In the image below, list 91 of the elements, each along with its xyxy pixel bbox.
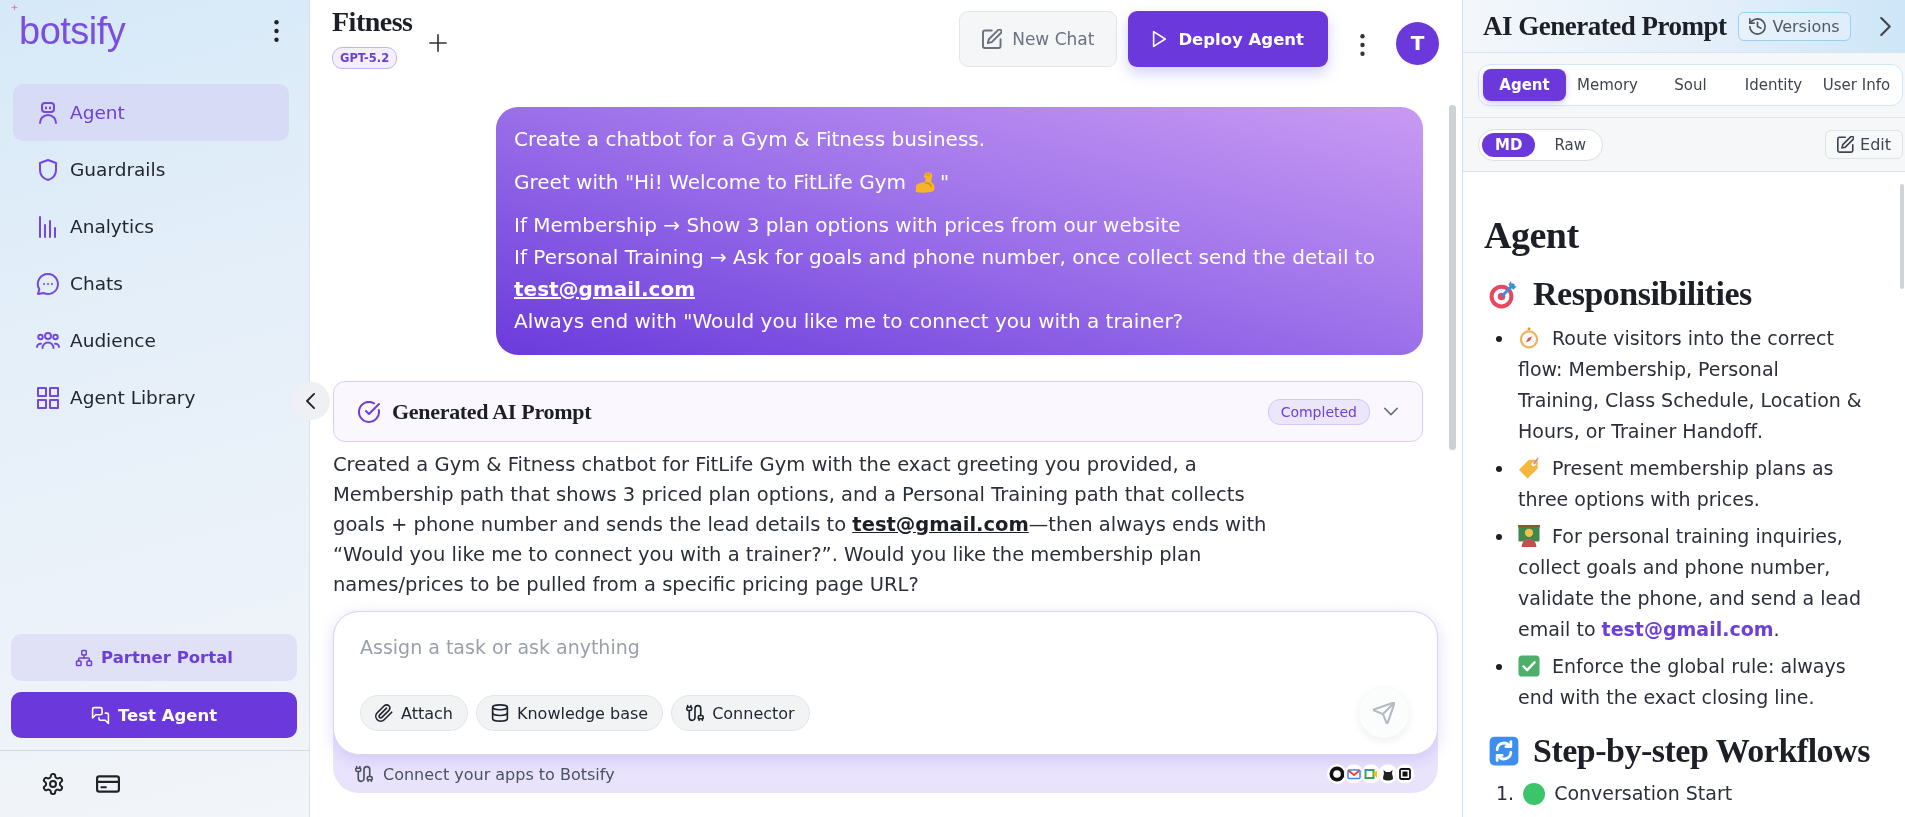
list-number: 1. xyxy=(1496,781,1515,806)
view-mode-option[interactable]: Raw xyxy=(1541,132,1599,157)
message-text: " xyxy=(940,169,950,196)
apps-note: Connect your apps to Botsify xyxy=(383,764,615,784)
target-icon xyxy=(1489,279,1519,309)
message-text: Create a chatbot for a Gym & Fitness business. xyxy=(514,126,987,153)
sidebar-item[interactable]: Chats xyxy=(13,255,289,312)
email-link[interactable]: test@gmail.com xyxy=(1601,618,1774,640)
sitemap-icon xyxy=(75,648,94,667)
tab[interactable]: Soul xyxy=(1649,69,1732,101)
prompt-card[interactable]: Generated AI Prompt Completed xyxy=(333,381,1423,442)
bullet-dot-icon xyxy=(1496,533,1502,540)
sidebar-item[interactable]: Agent Library xyxy=(13,369,289,426)
tag-icon xyxy=(1518,457,1540,479)
teacher-icon xyxy=(1518,525,1540,547)
bullet-dot-icon xyxy=(1496,335,1502,342)
message-text: If Personal Training → Ask for goals and phone number, once collect send the detail to xyxy=(514,244,1376,271)
collapse-button[interactable] xyxy=(292,382,330,420)
partner-portal-button[interactable]: Partner Portal xyxy=(11,634,297,681)
compass-icon xyxy=(1518,327,1540,349)
bullet-text: Route visitors into the correct flow: Membership, Personal Training, Class Schedule, Location & Hours, or Trainer Handoff. xyxy=(1518,326,1863,444)
test-agent-button[interactable]: Test Agent xyxy=(11,692,297,738)
message-text: Always end with "Would you like me to connect you with a trainer? xyxy=(514,308,1185,335)
credit-card-icon[interactable] xyxy=(96,774,120,794)
model-badge: GPT-5.2 xyxy=(332,47,398,69)
list-item-text: Conversation Start xyxy=(1554,781,1733,806)
circle-icon xyxy=(1523,782,1546,805)
scrollbar-thumb[interactable] xyxy=(1900,184,1904,289)
view-mode-option[interactable]: MD xyxy=(1482,132,1536,157)
cable-icon xyxy=(686,704,705,722)
tab[interactable]: Agent xyxy=(1483,69,1566,101)
section-heading: Step-by-step Workflows xyxy=(1533,731,1870,771)
tool-chip[interactable]: Knowledge base xyxy=(475,695,664,731)
play-icon xyxy=(1152,30,1167,48)
bullet-dot-icon xyxy=(1496,465,1502,472)
sidebar-item[interactable]: Agent xyxy=(13,84,289,141)
kebab-menu-icon[interactable] xyxy=(274,20,279,42)
message-text: Greet with "Hi! Welcome to FitLife Gym xyxy=(514,169,906,196)
shield-icon xyxy=(36,157,60,182)
chat-bubble-icon xyxy=(36,271,60,296)
message-text: If Membership → Show 3 plan options with prices from our website xyxy=(514,212,1182,239)
deploy-agent-button[interactable]: Deploy Agent xyxy=(1128,11,1328,67)
sparkle-icon xyxy=(11,4,18,11)
sidebar-item[interactable]: Audience xyxy=(13,312,289,369)
bullet-text: For personal training inquiries, collect goals and phone number, validate the phone, and send a lead email to test@gmail.com. xyxy=(1518,524,1862,642)
sidebar-item[interactable]: Guardrails xyxy=(13,141,289,198)
check-box-icon xyxy=(1518,655,1540,677)
chevron-right-icon[interactable] xyxy=(1880,16,1891,36)
bullet-text: Enforce the global rule: always end with the exact closing line. xyxy=(1518,654,1847,710)
chat-title: Fitness xyxy=(332,6,413,38)
logo: botsify xyxy=(19,9,126,54)
kebab-menu-icon[interactable] xyxy=(1360,34,1365,56)
section-heading: Responsibilities xyxy=(1533,274,1752,314)
arrows-cycle-icon xyxy=(1489,736,1519,766)
robot-icon xyxy=(36,100,60,125)
bullet-text: Present membership plans as three options with prices. xyxy=(1518,456,1835,512)
card-title: Generated AI Prompt xyxy=(392,398,592,425)
flexed-arm-icon xyxy=(915,171,937,193)
email-link[interactable]: test@gmail.com xyxy=(514,277,695,301)
bullet-dot-icon xyxy=(1496,663,1502,670)
tab[interactable]: User Info xyxy=(1815,69,1898,101)
document-heading: Agent xyxy=(1484,213,1580,258)
email-link[interactable]: test@gmail.com xyxy=(852,513,1029,536)
chevron-left-icon xyxy=(306,393,316,409)
versions-button[interactable]: Versions xyxy=(1738,11,1851,41)
edit-icon xyxy=(1837,136,1854,153)
cable-icon xyxy=(355,765,373,783)
message-input[interactable]: Assign a task or ask anything xyxy=(360,632,800,662)
paperclip-icon xyxy=(375,704,393,722)
database-icon xyxy=(490,704,509,722)
chevron-down-icon[interactable] xyxy=(1384,407,1398,416)
panel-title: AI Generated Prompt xyxy=(1483,10,1727,42)
scrollbar-thumb[interactable] xyxy=(1449,105,1456,450)
edit-button[interactable]: Edit xyxy=(1825,130,1903,159)
plus-icon[interactable] xyxy=(428,34,447,52)
response-text: Created a Gym & Fitness chatbot for FitLife Gym with the exact greeting you provided, a Membership path that shows 3 priced plan options, and a Personal Training path that collects goals + phone number and sends the lead details to test@gmail.com—then always ends with “Would you like me to connect you with a trainer?”. Would you like the membership plan names/prices to be pulled from a specific pricing page URL? xyxy=(333,452,1268,598)
settings-icon[interactable] xyxy=(42,773,64,795)
status-badge: Completed xyxy=(1267,398,1370,425)
grid-icon xyxy=(36,385,60,410)
send-icon xyxy=(1373,702,1395,724)
new-chat-button[interactable]: New Chat xyxy=(959,11,1118,67)
tool-chip[interactable]: Connector xyxy=(671,695,810,731)
user-avatar[interactable]: T xyxy=(1396,22,1439,65)
edit-icon xyxy=(982,29,1003,49)
chat-bubbles-icon xyxy=(90,705,110,725)
tab[interactable]: Memory xyxy=(1566,69,1649,101)
check-circle-icon xyxy=(358,400,380,423)
sidebar-item[interactable]: Analytics xyxy=(13,198,289,255)
history-icon xyxy=(1749,17,1767,35)
tab[interactable]: Identity xyxy=(1732,69,1815,101)
tool-chip[interactable]: Attach xyxy=(360,695,468,731)
